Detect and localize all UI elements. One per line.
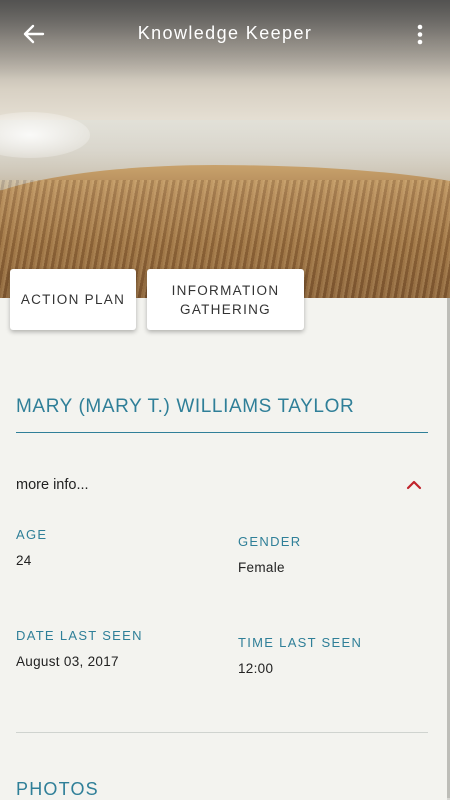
date-last-seen-value: August 03, 2017 (16, 654, 119, 669)
photos-section-title: PHOTOS (16, 779, 99, 799)
chevron-up-icon (406, 480, 422, 490)
name-divider (16, 432, 428, 433)
tab-action-plan-label: ACTION PLAN (20, 292, 126, 307)
more-info-toggle[interactable]: more info... (16, 477, 89, 493)
age-label: AGE (16, 527, 48, 542)
tab-information-gathering[interactable]: INFORMATION GATHERING (147, 269, 304, 330)
app-bar: Knowledge Keeper (0, 0, 450, 70)
time-last-seen-label: TIME LAST SEEN (238, 635, 363, 650)
age-value: 24 (16, 553, 32, 568)
tab-information-gathering-label: INFORMATION GATHERING (172, 281, 280, 319)
tab-information-gathering-line2: GATHERING (180, 301, 271, 317)
collapse-button[interactable] (404, 476, 424, 492)
time-last-seen-value: 12:00 (238, 661, 274, 676)
overflow-menu-button[interactable] (410, 22, 430, 48)
gender-label: GENDER (238, 534, 302, 549)
person-name: MARY (MARY T.) WILLIAMS TAYLOR (16, 396, 355, 417)
app-title: Knowledge Keeper (137, 23, 313, 43)
more-vertical-icon (417, 24, 423, 45)
date-last-seen-label: DATE LAST SEEN (16, 628, 143, 643)
gender-value: Female (238, 560, 285, 575)
section-divider (16, 732, 428, 733)
tab-information-gathering-line1: INFORMATION (171, 282, 280, 298)
tab-action-plan[interactable]: ACTION PLAN (10, 269, 136, 330)
